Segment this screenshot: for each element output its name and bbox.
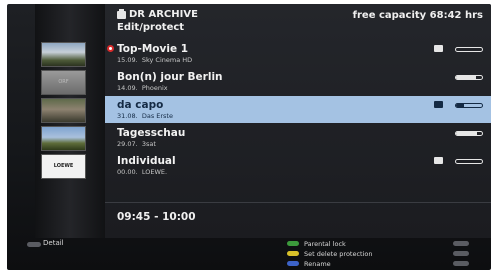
thumbnail-label: LOEWE xyxy=(53,163,74,169)
protect-icon xyxy=(434,157,443,164)
recording-row[interactable]: Top-Movie 1 15.09. Sky Cinema HD xyxy=(105,40,491,67)
detail-label[interactable]: Detail xyxy=(43,239,64,247)
yellow-button-icon xyxy=(287,251,299,256)
progress-bar xyxy=(455,131,483,136)
thumbnail-individual: LOEWE xyxy=(41,154,86,179)
page-subtitle: Edit/protect xyxy=(117,22,185,33)
info-button-icon xyxy=(27,242,41,247)
recording-row[interactable]: Individual 00.00. LOEWE. xyxy=(105,152,491,179)
rename-label[interactable]: Rename xyxy=(304,260,331,268)
tv-screen: ORF LOEWE DR ARCHIVE Edit/protect free c… xyxy=(7,4,491,270)
recording-row[interactable]: Bon(n) jour Berlin 14.09. Phoenix xyxy=(105,68,491,95)
subtitle-icon xyxy=(434,45,443,52)
play-lock-icon xyxy=(434,101,443,108)
green-button-icon xyxy=(287,241,299,246)
thumbnail-tagesschau xyxy=(41,126,86,151)
thumbnail-label: ORF xyxy=(58,79,69,85)
blue-button-icon xyxy=(287,261,299,266)
recording-row-selected[interactable]: da capo 31.08. Das Erste xyxy=(105,96,491,123)
remote-key-icon xyxy=(453,241,469,246)
remote-key-icon xyxy=(453,261,469,266)
free-capacity: free capacity 68:42 hrs xyxy=(352,10,483,21)
recording-title: da capo xyxy=(117,99,164,111)
recording-meta: 15.09. Sky Cinema HD xyxy=(117,56,193,64)
recording-title: Individual xyxy=(117,155,176,167)
progress-bar xyxy=(455,159,483,164)
archive-folder-icon xyxy=(117,9,126,19)
recording-title: Top-Movie 1 xyxy=(117,43,189,55)
recording-meta: 29.07. 3sat xyxy=(117,140,156,148)
progress-bar xyxy=(455,75,483,80)
progress-bar xyxy=(455,103,483,108)
thumbnail-bonjour-berlin: ORF xyxy=(41,70,86,95)
recording-meta: 31.08. Das Erste xyxy=(117,112,173,120)
archive-title: DR ARCHIVE xyxy=(129,9,198,20)
footer xyxy=(7,238,491,270)
recording-title: Tagesschau xyxy=(117,127,186,139)
parental-lock-label[interactable]: Parental lock xyxy=(304,240,346,248)
recording-meta: 14.09. Phoenix xyxy=(117,84,168,92)
progress-bar xyxy=(455,47,483,52)
thumbnail-top-movie xyxy=(41,42,86,67)
remote-key-icon xyxy=(453,251,469,256)
recording-meta: 00.00. LOEWE. xyxy=(117,168,168,176)
time-range: 09:45 - 10:00 xyxy=(117,211,196,223)
delete-protection-label[interactable]: Set delete protection xyxy=(304,250,373,258)
recording-title: Bon(n) jour Berlin xyxy=(117,71,223,83)
thumbnail-da-capo xyxy=(41,98,86,123)
new-recording-icon xyxy=(107,45,114,52)
recording-row[interactable]: Tagesschau 29.07. 3sat xyxy=(105,124,491,151)
